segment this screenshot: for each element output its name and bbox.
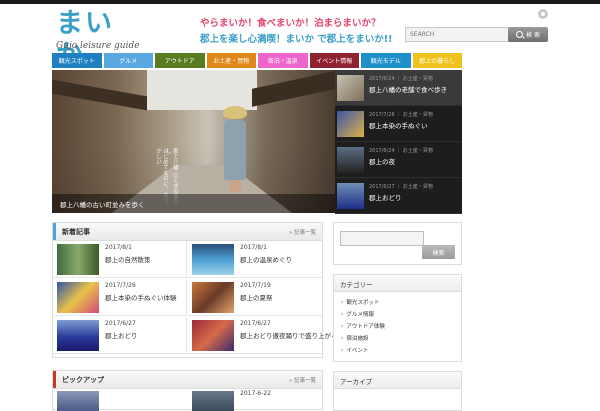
- slider-date: 2017/6/24 ｜ お土産・買物: [369, 148, 433, 154]
- post-date: 2017/7/26: [105, 282, 136, 289]
- pickup-thumb[interactable]: [192, 391, 234, 411]
- post-thumb: [192, 320, 234, 351]
- dress-shape: [224, 120, 246, 180]
- sidebar-category-box: カテゴリー 観光スポット グルメ情報 アウトドア体験 宿泊施設 イベント: [333, 274, 462, 362]
- sidebar-category-title: カテゴリー: [340, 281, 373, 289]
- hero-caption: 郡上八幡の古い町並みを歩く: [52, 194, 335, 213]
- post-card[interactable]: 2017/6/27 郡上おどり徹夜踊りで盛り上がろう郡上八幡: [188, 317, 370, 354]
- top-bar: [0, 0, 600, 4]
- nav-item[interactable]: 宿泊・温泉: [258, 53, 308, 68]
- post-date: 2017/6/27: [105, 320, 136, 327]
- slider-thumb: [337, 75, 364, 101]
- sidebar-category-link[interactable]: グルメ情報: [341, 310, 374, 318]
- post-title: 郡上おどり: [105, 332, 138, 340]
- pickup-thumb[interactable]: [57, 391, 99, 411]
- slider-list: 2017/6/24 ｜ お土産・買物 郡上八幡の老舗で食べ歩き 2017/7/2…: [335, 70, 462, 214]
- panel-title: ピックアップ: [62, 376, 104, 384]
- slider-title: 郡上の夜: [369, 158, 395, 166]
- post-thumb: [57, 320, 99, 351]
- nav-item[interactable]: イベント情報: [309, 53, 359, 68]
- slider-date: 2017/7/26 ｜ お土産・買物: [369, 112, 433, 118]
- site-logo[interactable]: まいか Gujo leisure guide: [56, 8, 140, 71]
- post-date: 2017/8/1: [240, 244, 267, 251]
- hero-sky: [147, 70, 257, 110]
- slider-thumb: [337, 111, 364, 137]
- sidebar-archive-title: アーカイブ: [340, 378, 373, 386]
- post-date: 2017/8/1: [105, 244, 132, 251]
- panel-accent: [53, 223, 56, 240]
- slider-item[interactable]: 2017/6/24 ｜ お土産・買物 郡上八幡の老舗で食べ歩き: [335, 70, 462, 106]
- more-link[interactable]: » 記事一覧: [289, 228, 316, 236]
- sidebar-category-header: カテゴリー: [334, 275, 461, 292]
- sidebar-category-link[interactable]: 観光スポット: [341, 298, 379, 306]
- sidebar-search-input[interactable]: [340, 231, 424, 246]
- pickup-panel: ピックアップ » 記事一覧 2017-6-22: [52, 370, 323, 411]
- slider-item[interactable]: 2017/6/27 ｜ お土産・買物 郡上おどり: [335, 178, 462, 214]
- rss-icon[interactable]: [538, 9, 548, 19]
- nav-item[interactable]: お土産・買物: [206, 53, 256, 68]
- sidebar-search-box: 検索: [333, 222, 462, 265]
- post-thumb: [57, 282, 99, 313]
- post-thumb: [192, 282, 234, 313]
- post-card[interactable]: 2017/8/1 郡上の温泉めぐり: [188, 241, 322, 278]
- hero-roof-right: [252, 71, 335, 107]
- slider-thumb: [337, 183, 364, 209]
- nav-item[interactable]: 郡上の暮らし: [412, 53, 462, 68]
- more-link[interactable]: » 記事一覧: [289, 376, 316, 384]
- slider-item[interactable]: 2017/6/24 ｜ お土産・買物 郡上の夜: [335, 142, 462, 178]
- slider-date: 2017/6/27 ｜ お土産・買物: [369, 184, 433, 190]
- tagline-2: 郡上を楽し心満喫！まいか で郡上をまいか!!: [200, 34, 393, 45]
- tagline-1: やらまいか！食べまいか！泊まらまいか？: [200, 18, 381, 29]
- post-date: 2017/7/19: [240, 282, 271, 289]
- new-posts-panel: 新着記事 » 記事一覧 2017/8/1 郡上の自然散策 2017/8/1 郡上…: [52, 222, 370, 358]
- slider-title: 郡上おどり: [369, 194, 402, 202]
- post-card[interactable]: 2017/7/19 郡上の夏祭: [188, 279, 322, 316]
- sidebar-archive-header: アーカイブ: [334, 372, 461, 389]
- post-card[interactable]: 2017/7/26 郡上本染の手ぬぐい体験: [53, 279, 187, 316]
- search-icon: [516, 31, 524, 38]
- post-date: 2017/6/27: [240, 320, 271, 327]
- hero-slide[interactable]: はじめてなのに、なつかしい 郡上八幡 山と水の暮らし 郡上八幡の古い町並みを歩く: [52, 70, 335, 213]
- search-input[interactable]: [405, 27, 509, 42]
- search-button[interactable]: 検 索: [508, 27, 548, 42]
- sidebar-search-button[interactable]: 検索: [422, 245, 455, 259]
- legs-shape: [229, 180, 241, 192]
- slider-item[interactable]: 2017/7/26 ｜ お土産・買物 郡上本染の手ぬぐい: [335, 106, 462, 142]
- hero-roof-left: [52, 79, 147, 111]
- sidebar-archive-box: アーカイブ: [333, 371, 462, 411]
- slider-title: 郡上本染の手ぬぐい: [369, 122, 428, 130]
- main-nav: 観光スポット グルメ アウトドア お土産・買物 宿泊・温泉 イベント情報 観光モデル 郡上の暮…: [52, 53, 462, 68]
- nav-item[interactable]: 観光モデル: [361, 53, 411, 68]
- post-card[interactable]: 2017/6/27 郡上おどり: [53, 317, 187, 354]
- nav-item[interactable]: 観光スポット: [52, 53, 102, 68]
- post-title: 郡上の夏祭: [240, 294, 273, 302]
- search-button-label: 検 索: [526, 32, 540, 39]
- nav-item[interactable]: グルメ: [103, 53, 153, 68]
- post-thumb: [57, 244, 99, 275]
- post-card[interactable]: 2017/8/1 郡上の自然散策: [53, 241, 187, 278]
- hat-shape: [223, 106, 247, 119]
- panel-title: 新着記事: [62, 228, 90, 236]
- logo-subtitle: Gujo leisure guide: [56, 41, 140, 51]
- sidebar-category-link[interactable]: イベント: [341, 346, 368, 354]
- post-title: 郡上の温泉めぐり: [240, 256, 292, 264]
- panel-header: ピックアップ » 記事一覧: [53, 371, 322, 389]
- slider-date: 2017/6/24 ｜ お土産・買物: [369, 76, 433, 82]
- post-title: 郡上本染の手ぬぐい体験: [105, 294, 177, 302]
- hero-person: [220, 106, 250, 192]
- sidebar-category-link[interactable]: 宿泊施設: [341, 334, 368, 342]
- pickup-date: 2017-6-22: [240, 390, 272, 397]
- panel-header: 新着記事 » 記事一覧: [53, 223, 322, 241]
- nav-item[interactable]: アウトドア: [155, 53, 205, 68]
- panel-accent: [53, 371, 56, 388]
- slider-title: 郡上八幡の老舗で食べ歩き: [369, 86, 447, 94]
- hero-caption-text: 郡上八幡の古い町並みを歩く: [60, 201, 145, 209]
- sidebar-category-link[interactable]: アウトドア体験: [341, 322, 385, 330]
- slider-thumb: [337, 147, 364, 173]
- post-thumb: [192, 244, 234, 275]
- post-title: 郡上の自然散策: [105, 256, 151, 264]
